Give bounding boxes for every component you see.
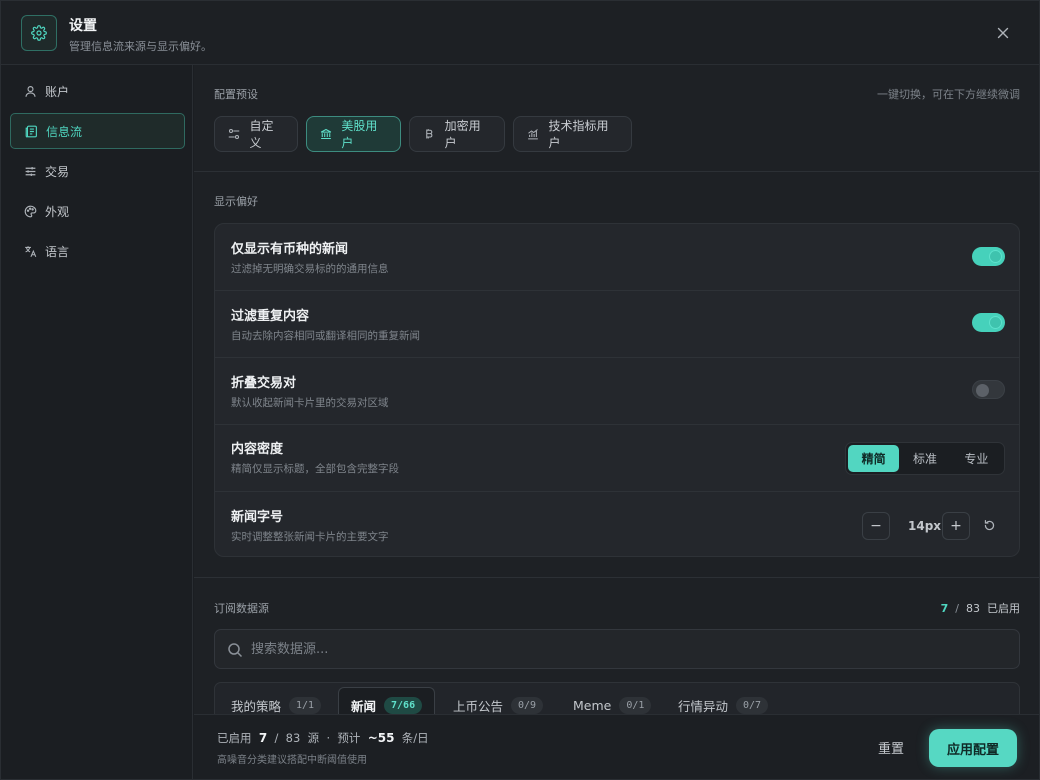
chart-icon	[527, 128, 540, 141]
divider	[194, 171, 1039, 172]
sidebar-item-label: 外观	[45, 204, 70, 219]
display-preferences-card: 仅显示有币种的新闻 过滤掉无明确交易标的的通用信息 过滤重复内容 自动去除内容相…	[214, 223, 1020, 557]
sidebar-item-label: 语言	[45, 244, 70, 259]
sidebar-item-language[interactable]: 语言	[10, 233, 185, 269]
display-label: 显示偏好	[214, 195, 258, 208]
palette-icon	[23, 204, 37, 218]
density-selector: 精简 标准 专业	[845, 442, 1005, 475]
bank-icon	[320, 128, 332, 141]
pref-row-density: 内容密度 精简仅显示标题，全部包含完整字段 精简 标准 专业	[215, 425, 1019, 492]
tab-news[interactable]: 新闻 7/66	[338, 687, 436, 714]
tab-count: 7/66	[384, 697, 423, 714]
subscriptions-label: 订阅数据源	[214, 602, 269, 615]
reset-button[interactable]: 重置	[878, 738, 904, 757]
sidebar-item-trading[interactable]: 交易	[10, 153, 185, 189]
sidebar-item-account[interactable]: 账户	[10, 73, 185, 109]
search-input[interactable]	[251, 630, 1001, 668]
source-search	[214, 629, 1020, 669]
pref-desc: 过滤掉无明确交易标的的通用信息	[231, 263, 389, 275]
pref-desc: 实时调整整张新闻卡片的主要文字	[231, 531, 389, 543]
toggle-collapse-pairs[interactable]	[972, 380, 1005, 399]
preset-us-stocks[interactable]: 美股用户	[306, 116, 401, 152]
density-option-pro[interactable]: 专业	[951, 445, 1002, 472]
pref-row-collapse-pairs: 折叠交易对 默认收起新闻卡片里的交易对区域	[215, 358, 1019, 425]
pref-row-coin-news: 仅显示有币种的新闻 过滤掉无明确交易标的的通用信息	[215, 224, 1019, 291]
pref-desc: 默认收起新闻卡片里的交易对区域	[231, 397, 389, 409]
close-button[interactable]	[993, 23, 1013, 43]
translate-icon	[23, 244, 37, 258]
density-option-compact[interactable]: 精简	[848, 445, 900, 472]
tab-my-strategy[interactable]: 我的策略 1/1	[219, 687, 333, 714]
page-subtitle: 管理信息流来源与显示偏好。	[69, 40, 212, 53]
preset-label: 技术指标用户	[548, 119, 609, 150]
tab-market-moves[interactable]: 行情异动 0/7	[666, 687, 780, 714]
tab-count: 0/7	[736, 696, 769, 714]
tab-count: 1/1	[289, 696, 322, 714]
sliders-icon	[228, 128, 240, 141]
page-title: 设置	[69, 18, 97, 34]
pref-title: 折叠交易对	[231, 376, 297, 391]
toggle-coin-news[interactable]	[972, 247, 1005, 266]
preset-technical[interactable]: 技术指标用户	[513, 116, 632, 152]
footer-summary: 已启用 7 / 83 源 · 预计 ~55 条/日	[217, 731, 429, 745]
font-size-value: 14px	[908, 519, 942, 533]
source-category-tabs: 我的策略 1/1 新闻 7/66 上币公告 0/9 Meme 0/1 行情异动 …	[214, 682, 1020, 714]
tab-count: 0/1	[619, 696, 652, 714]
sidebar-item-label: 账户	[45, 84, 70, 99]
pref-title: 过滤重复内容	[231, 309, 310, 324]
sidebar-item-feed[interactable]: 信息流	[10, 113, 185, 149]
bitcoin-icon	[423, 128, 436, 141]
search-icon	[228, 643, 243, 658]
apply-button[interactable]: 应用配置	[929, 729, 1017, 767]
pref-desc: 精简仅显示标题，全部包含完整字段	[231, 463, 399, 475]
tab-listings[interactable]: 上币公告 0/9	[441, 687, 555, 714]
reset-font-icon[interactable]	[981, 517, 997, 533]
user-icon	[23, 84, 37, 98]
toggle-dedupe[interactable]	[972, 313, 1005, 332]
pref-title: 内容密度	[231, 442, 284, 457]
sidebar-item-label: 信息流	[46, 124, 83, 139]
pref-title: 新闻字号	[231, 510, 284, 525]
newspaper-icon	[24, 124, 38, 138]
feed-settings-panel: 配置预设 一键切换，可在下方继续微调 自定义 美股用户 加密用户 技术指标用户	[194, 65, 1039, 714]
pref-title: 仅显示有币种的新闻	[231, 242, 349, 257]
preset-label: 自定义	[249, 119, 274, 150]
gear-icon	[21, 15, 57, 51]
preset-label: 美股用户	[341, 119, 378, 150]
preset-crypto[interactable]: 加密用户	[409, 116, 505, 152]
pref-row-font-size: 新闻字号 实时调整整张新闻卡片的主要文字 − 14px +	[215, 492, 1019, 556]
footer-note: 高噪音分类建议搭配中断阈值使用	[217, 755, 367, 766]
tab-count: 0/9	[511, 696, 544, 714]
sidebar-item-appearance[interactable]: 外观	[10, 193, 185, 229]
presets-hint: 一键切换，可在下方继续微调	[877, 88, 1020, 101]
preset-custom[interactable]: 自定义	[214, 116, 298, 152]
settings-window: 设置 管理信息流来源与显示偏好。 账户 信息流 交易 外观 语言 配置预设 一键…	[0, 0, 1040, 780]
font-increase-button[interactable]: +	[942, 512, 970, 540]
pref-row-dedupe: 过滤重复内容 自动去除内容相同或翻译相同的重复新闻	[215, 291, 1019, 358]
presets-label: 配置预设	[214, 88, 258, 101]
pref-desc: 自动去除内容相同或翻译相同的重复新闻	[231, 330, 420, 342]
subscriptions-count: 7 / 83 已启用	[940, 602, 1020, 615]
sidebar-item-label: 交易	[45, 164, 70, 179]
density-option-standard[interactable]: 标准	[899, 445, 950, 472]
close-icon	[997, 27, 1009, 39]
tab-meme[interactable]: Meme 0/1	[561, 687, 663, 714]
divider	[194, 577, 1039, 578]
font-decrease-button[interactable]: −	[862, 512, 890, 540]
settings-header: 设置 管理信息流来源与显示偏好。	[1, 1, 1039, 65]
sidebar: 账户 信息流 交易 外观 语言	[1, 65, 193, 779]
footer-bar: 已启用 7 / 83 源 · 预计 ~55 条/日 高噪音分类建议搭配中断阈值使…	[194, 714, 1039, 779]
sliders-icon	[23, 164, 37, 178]
preset-label: 加密用户	[444, 119, 481, 150]
